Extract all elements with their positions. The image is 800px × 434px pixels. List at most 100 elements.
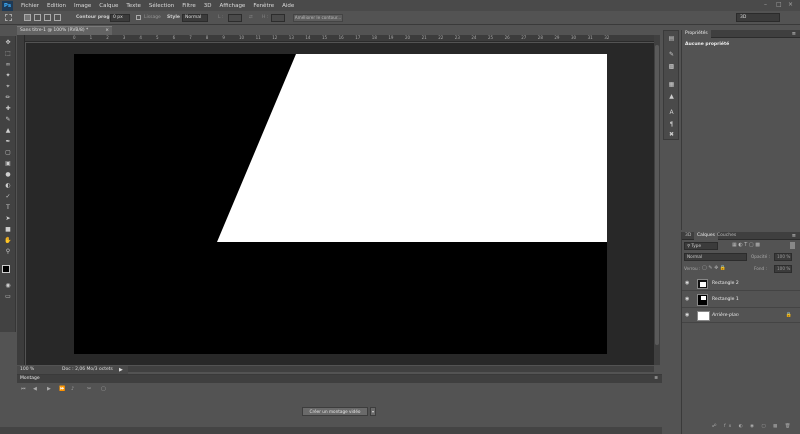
- eyedropper-icon[interactable]: ✏: [3, 94, 13, 102]
- workspace-select[interactable]: 3D: [736, 13, 780, 22]
- filter-toggle-icon[interactable]: [790, 242, 795, 249]
- crop-tool-icon[interactable]: ⌖: [3, 83, 13, 91]
- layer-row[interactable]: ◉ Rectangle 2: [682, 277, 800, 291]
- rectangle-tool-icon[interactable]: ■: [3, 226, 13, 234]
- refine-edge-button[interactable]: Améliorer le contour...: [293, 14, 343, 22]
- audio-icon[interactable]: ♪: [71, 386, 74, 392]
- layer-footer-icons[interactable]: ☍ fx ◐ ◉ ▢ ▩ 🗑: [712, 424, 793, 429]
- contour-input[interactable]: 0 px: [110, 14, 130, 22]
- tab-channels[interactable]: Couches: [714, 232, 739, 240]
- history-icon[interactable]: ▤: [667, 35, 676, 43]
- character-icon[interactable]: A: [667, 109, 676, 117]
- marquee-tool-icon[interactable]: [5, 14, 12, 21]
- prev-frame-icon[interactable]: ◀: [33, 386, 37, 392]
- style-select[interactable]: Normal: [182, 14, 208, 22]
- blend-mode-select[interactable]: Normal: [684, 253, 747, 261]
- intersect-selection-icon[interactable]: [54, 14, 61, 21]
- maximize-icon[interactable]: □: [776, 1, 782, 8]
- swap-icon[interactable]: ⇄: [249, 15, 253, 20]
- gradient-tool-icon[interactable]: ▣: [3, 160, 13, 168]
- eraser-tool-icon[interactable]: ▢: [3, 149, 13, 157]
- layer-row[interactable]: ◉ Rectangle 1: [682, 292, 800, 308]
- pen-tool-icon[interactable]: ✓: [3, 193, 13, 201]
- lock-icons[interactable]: ▢ ✎ ✥ 🔒: [702, 265, 726, 271]
- opacity-input[interactable]: 100 %: [774, 253, 792, 261]
- visibility-eye-icon[interactable]: ◉: [685, 313, 691, 318]
- close-window-icon[interactable]: ×: [788, 1, 793, 8]
- add-selection-icon[interactable]: [34, 14, 41, 21]
- first-frame-icon[interactable]: ⏮: [21, 386, 26, 392]
- fill-input[interactable]: 100 %: [774, 265, 792, 273]
- timeline-menu-icon[interactable]: ≡: [654, 375, 658, 383]
- clone-stamp-icon[interactable]: ▲: [3, 127, 13, 135]
- menu-fichier[interactable]: Fichier: [21, 3, 39, 9]
- zoom-level[interactable]: 100 %: [20, 366, 34, 374]
- play-icon[interactable]: ▶: [47, 386, 51, 392]
- path-select-icon[interactable]: ➤: [3, 215, 13, 223]
- layer-filter-select[interactable]: ⚲ Type: [684, 242, 718, 250]
- marquee-tool-icon[interactable]: ⬚: [3, 50, 13, 58]
- menu-3d[interactable]: 3D: [204, 3, 212, 9]
- info-icon[interactable]: ▦: [667, 81, 676, 89]
- horizontal-scrollbar[interactable]: [128, 366, 654, 372]
- menu-filtre[interactable]: Filtre: [182, 3, 196, 9]
- panel-menu-icon[interactable]: ≡: [792, 30, 796, 38]
- scissors-icon[interactable]: ✂: [87, 386, 91, 392]
- new-selection-icon[interactable]: [24, 14, 31, 21]
- visibility-eye-icon[interactable]: ◉: [685, 281, 691, 286]
- close-tab-icon[interactable]: ×: [105, 27, 109, 35]
- screen-mode-icon[interactable]: ▭: [3, 293, 13, 301]
- width-input[interactable]: [228, 14, 242, 22]
- document-canvas[interactable]: [26, 43, 654, 365]
- menu-edition[interactable]: Edition: [47, 3, 66, 9]
- menu-fenetre[interactable]: Fenêtre: [253, 3, 274, 9]
- foreground-color-swatch[interactable]: [2, 265, 10, 273]
- height-input[interactable]: [271, 14, 285, 22]
- timeline-mode-dropdown[interactable]: ▾: [370, 407, 376, 416]
- layer-name[interactable]: Rectangle 2: [712, 281, 739, 286]
- menu-texte[interactable]: Texte: [126, 3, 141, 9]
- subtract-selection-icon[interactable]: [44, 14, 51, 21]
- clone-source-icon[interactable]: ▩: [667, 63, 676, 71]
- create-video-timeline-button[interactable]: Créer un montage vidéo: [302, 407, 368, 416]
- layer-row[interactable]: ◉ Arrière-plan 🔒: [682, 309, 800, 323]
- quick-mask-icon[interactable]: ◉: [3, 282, 13, 290]
- menu-affichage[interactable]: Affichage: [219, 3, 245, 9]
- vertical-scrollbar[interactable]: [654, 35, 660, 365]
- transition-icon[interactable]: ▢: [101, 386, 106, 392]
- next-frame-icon[interactable]: ⏩: [59, 386, 65, 392]
- adjustments-icon[interactable]: ▲: [667, 93, 676, 101]
- menu-calque[interactable]: Calque: [99, 3, 118, 9]
- document-tab[interactable]: Sans titre-1 @ 100% (RVB/8) * ×: [17, 26, 112, 35]
- layer-name[interactable]: Arrière-plan: [712, 313, 739, 318]
- hand-tool-icon[interactable]: ✋: [3, 237, 13, 245]
- status-arrow-icon[interactable]: ▶: [119, 366, 123, 374]
- menu-image[interactable]: Image: [74, 3, 91, 9]
- menu-selection[interactable]: Sélection: [149, 3, 174, 9]
- brush-tool-icon[interactable]: ✎: [3, 116, 13, 124]
- fill-label: Fond :: [754, 266, 767, 271]
- quick-select-icon[interactable]: ✦: [3, 72, 13, 80]
- minimize-icon[interactable]: –: [764, 1, 767, 8]
- tab-properties[interactable]: Propriétés: [682, 30, 711, 38]
- lissage-checkbox[interactable]: [136, 15, 141, 20]
- move-tool-icon[interactable]: ✥: [3, 39, 13, 47]
- brush-presets-icon[interactable]: ✎: [667, 51, 676, 59]
- tab-3d[interactable]: 3D: [682, 232, 694, 240]
- healing-brush-icon[interactable]: ✚: [3, 105, 13, 113]
- type-tool-icon[interactable]: T: [3, 204, 13, 212]
- layers-menu-icon[interactable]: ≡: [792, 232, 796, 240]
- vertical-scroll-thumb[interactable]: [655, 45, 659, 345]
- dodge-tool-icon[interactable]: ◐: [3, 182, 13, 190]
- zoom-tool-icon[interactable]: ⚲: [3, 248, 13, 256]
- visibility-eye-icon[interactable]: ◉: [685, 297, 691, 302]
- menu-aide[interactable]: Aide: [282, 3, 294, 9]
- filter-icons[interactable]: ▦ ◐ T ▢ ▩: [732, 242, 760, 248]
- canvas-area[interactable]: [26, 43, 654, 365]
- blur-tool-icon[interactable]: ●: [3, 171, 13, 179]
- lasso-tool-icon[interactable]: ∞: [3, 61, 13, 69]
- paragraph-icon[interactable]: ¶: [667, 121, 676, 129]
- history-brush-icon[interactable]: ✒: [3, 138, 13, 146]
- tools-preset-icon[interactable]: ✖: [667, 131, 676, 139]
- layer-name[interactable]: Rectangle 1: [712, 297, 739, 302]
